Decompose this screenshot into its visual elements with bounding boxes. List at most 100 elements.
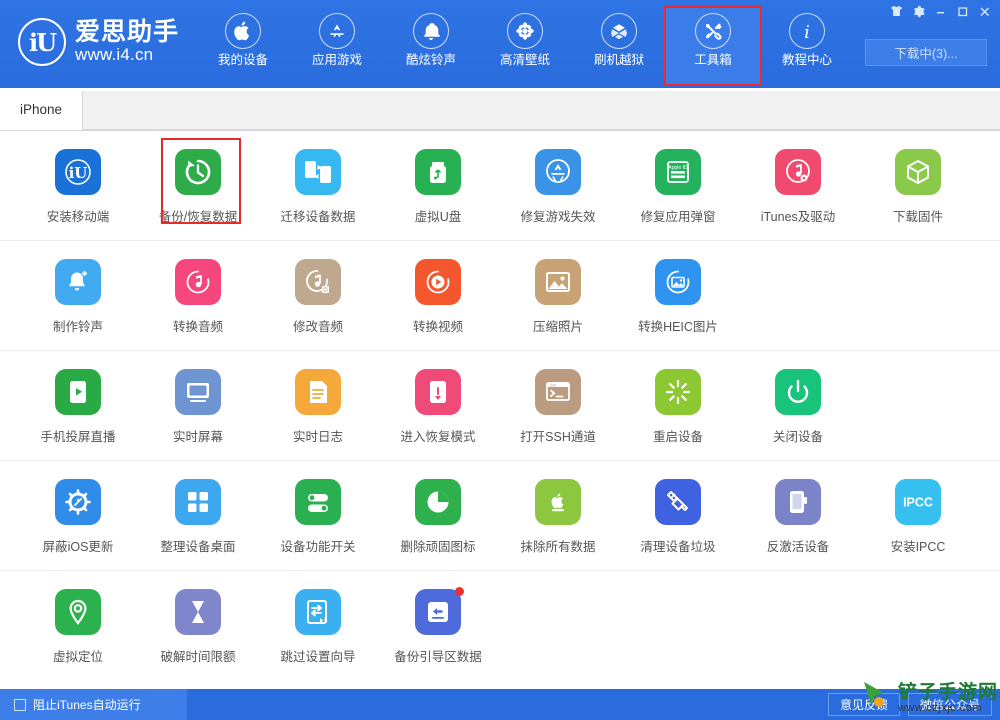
nav-item-apps-games[interactable]: 应用游戏 <box>290 8 384 82</box>
tool-block-ios-update[interactable]: 屏蔽iOS更新 <box>18 461 138 555</box>
nav-item-tutorial-center[interactable]: i 教程中心 <box>760 8 854 82</box>
tool-enter-recovery-mode[interactable]: 进入恢复模式 <box>378 351 498 445</box>
tool-reboot-device[interactable]: 重启设备 <box>618 351 738 445</box>
tool-label: 转换音频 <box>172 320 223 334</box>
nav-item-wallpapers[interactable]: 高清壁纸 <box>478 8 572 82</box>
nav-item-toolbox[interactable]: 工具箱 <box>664 6 762 86</box>
tool-virtual-location[interactable]: 虚拟定位 <box>18 571 138 665</box>
nav-item-flash-jailbreak[interactable]: 刷机越狱 <box>572 8 666 82</box>
tool-convert-video[interactable]: 转换视频 <box>378 241 498 335</box>
tool-label: 备份/恢复数据 <box>158 210 238 224</box>
tabstrip-filler <box>82 91 1000 130</box>
nav-label: 教程中心 <box>781 53 832 67</box>
feedback-button[interactable]: 意见反馈 <box>827 693 900 716</box>
flower-icon <box>507 13 543 49</box>
nav-label: 酷炫铃声 <box>405 53 456 67</box>
svg-text:Apple ID: Apple ID <box>668 165 688 171</box>
tool-erase-all-data[interactable]: 抹除所有数据 <box>498 461 618 555</box>
tool-migrate-device-data[interactable]: 迁移设备数据 <box>258 131 378 225</box>
tool-label: 压缩照片 <box>532 320 583 334</box>
bell-icon <box>413 13 449 49</box>
reboot-device-icon <box>655 369 701 415</box>
maximize-icon[interactable] <box>952 2 972 20</box>
usb-drive-icon <box>415 149 461 195</box>
settings-gear-icon[interactable] <box>908 2 928 20</box>
skin-icon[interactable] <box>886 2 906 20</box>
apple-id-icon: Apple ID <box>655 149 701 195</box>
brand-url: www.i4.cn <box>75 45 154 65</box>
tab-iphone[interactable]: iPhone <box>0 88 82 130</box>
tool-install-ipcc[interactable]: IPCC 安装IPCC <box>858 461 978 555</box>
tool-make-ringtone[interactable]: 制作铃声 <box>18 241 138 335</box>
ssh-terminal-icon: SSH <box>535 369 581 415</box>
minimize-icon[interactable] <box>930 2 950 20</box>
tool-label: 进入恢复模式 <box>400 430 476 444</box>
ipcc-install-icon: IPCC <box>895 479 941 525</box>
brand-logo: iU 爱思助手 www.i4.cn <box>18 18 179 66</box>
virtual-location-icon <box>55 589 101 635</box>
block-itunes-checkbox[interactable] <box>14 698 26 711</box>
tool-virtual-usb[interactable]: 虚拟U盘 <box>378 131 498 225</box>
make-ringtone-icon <box>55 259 101 305</box>
tool-fix-game-failure[interactable]: 修复游戏失效 <box>498 131 618 225</box>
nav-item-ringtones[interactable]: 酷炫铃声 <box>384 8 478 82</box>
tool-compress-photo[interactable]: 压缩照片 <box>498 241 618 335</box>
tool-open-ssh-tunnel[interactable]: SSH 打开SSH通道 <box>498 351 618 445</box>
tool-realtime-screen[interactable]: 实时屏幕 <box>138 351 258 445</box>
tool-label: 反激活设备 <box>766 540 830 554</box>
tool-clean-device-junk[interactable]: 清理设备垃圾 <box>618 461 738 555</box>
device-transfer-icon <box>295 149 341 195</box>
tool-label: 备份引导区数据 <box>394 650 482 664</box>
block-itunes-checkbox-row[interactable]: 阻止iTunes自动运行 <box>0 689 187 720</box>
nav-label: 应用游戏 <box>311 53 362 67</box>
tool-itunes-driver[interactable]: iTunes及驱动 <box>738 131 858 225</box>
tool-label: 打开SSH通道 <box>520 430 596 444</box>
tool-install-mobile[interactable]: iU 安装移动端 <box>18 131 138 225</box>
deactivate-device-icon <box>775 479 821 525</box>
tool-convert-audio[interactable]: 转换音频 <box>138 241 258 335</box>
itunes-driver-icon <box>775 149 821 195</box>
tool-crack-time-limit[interactable]: 破解时间限额 <box>138 571 258 665</box>
block-ios-update-icon <box>55 479 101 525</box>
tool-backup-boot-data[interactable]: 备份引导区数据 <box>378 571 498 665</box>
tool-deactivate-device[interactable]: 反激活设备 <box>738 461 858 555</box>
tool-row: 虚拟定位 破解时间限额 跳过设置向导 备份引导区数据 <box>0 571 1000 681</box>
svg-text:iU: iU <box>69 164 88 182</box>
tool-realtime-log[interactable]: 实时日志 <box>258 351 378 445</box>
wechat-button[interactable]: 微信公众号 <box>907 693 992 716</box>
close-icon[interactable] <box>974 2 994 20</box>
tool-label: 破解时间限额 <box>160 650 236 664</box>
convert-audio-icon <box>175 259 221 305</box>
realtime-screen-icon <box>175 369 221 415</box>
i4-logo-icon: iU <box>18 18 66 66</box>
tool-feature-switch[interactable]: 设备功能开关 <box>258 461 378 555</box>
power-off-icon <box>775 369 821 415</box>
tool-label: 下载固件 <box>892 210 943 224</box>
tool-convert-heic[interactable]: 转换HEIC图片 <box>618 241 738 335</box>
window-controls <box>886 2 994 20</box>
firmware-box-icon <box>895 149 941 195</box>
svg-text:自: 自 <box>323 286 328 294</box>
tool-power-off-device[interactable]: 关闭设备 <box>738 351 858 445</box>
tool-delete-stubborn-icon[interactable]: 删除顽固图标 <box>378 461 498 555</box>
backup-restore-icon <box>175 149 221 195</box>
nav-item-my-device[interactable]: 我的设备 <box>196 8 290 82</box>
tool-screen-cast-live[interactable]: 手机投屏直播 <box>18 351 138 445</box>
nav-label: 工具箱 <box>694 53 732 67</box>
screen-cast-icon <box>55 369 101 415</box>
erase-all-icon <box>535 479 581 525</box>
tool-organize-desktop[interactable]: 整理设备桌面 <box>138 461 258 555</box>
i4-app-icon: iU <box>55 149 101 195</box>
tool-fix-app-popup[interactable]: Apple ID 修复应用弹窗 <box>618 131 738 225</box>
tool-download-firmware[interactable]: 下载固件 <box>858 131 978 225</box>
edit-audio-icon: 自 <box>295 259 341 305</box>
tool-skip-setup-wizard[interactable]: 跳过设置向导 <box>258 571 378 665</box>
appstore-icon <box>319 13 355 49</box>
backup-boot-icon <box>415 589 461 635</box>
tool-label: 修复游戏失效 <box>520 210 596 224</box>
tool-edit-audio[interactable]: 自 修改音频 <box>258 241 378 335</box>
download-status-button[interactable]: 下载中(3)... <box>865 39 987 66</box>
nav-label: 高清壁纸 <box>499 53 550 67</box>
tool-row: 屏蔽iOS更新 整理设备桌面 设备功能开关 删除顽固图标 抹除所有数据 清理设备… <box>0 461 1000 571</box>
tool-backup-restore[interactable]: 备份/恢复数据 <box>138 131 258 225</box>
